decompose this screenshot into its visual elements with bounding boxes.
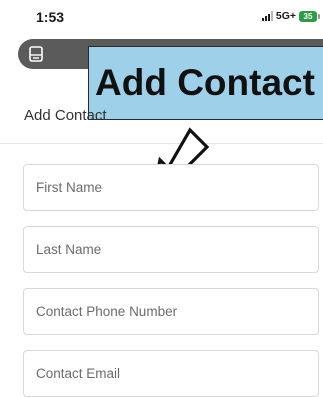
network-label: 5G+ <box>275 10 296 22</box>
page-title: Add Contact <box>24 107 107 124</box>
contact-email-field[interactable] <box>23 350 319 397</box>
status-indicators: 5G+ 35 <box>261 10 320 22</box>
callout-text: Add Contact <box>95 62 315 103</box>
battery-icon: 35 <box>299 10 320 22</box>
contact-phone-field[interactable] <box>23 288 319 335</box>
contact-phone-input[interactable] <box>24 289 318 334</box>
signal-icon <box>261 11 273 21</box>
status-time: 1:53 <box>36 9 65 25</box>
status-bar: 1:53 5G+ 35 <box>0 0 323 34</box>
last-name-input[interactable] <box>24 227 318 272</box>
last-name-field[interactable] <box>23 226 319 273</box>
annotation-callout: Add Contact <box>88 46 323 120</box>
first-name-field[interactable] <box>23 164 319 211</box>
contact-email-input[interactable] <box>24 351 318 396</box>
battery-level: 35 <box>303 11 313 21</box>
first-name-input[interactable] <box>24 165 318 210</box>
tabs-icon[interactable] <box>29 46 43 62</box>
